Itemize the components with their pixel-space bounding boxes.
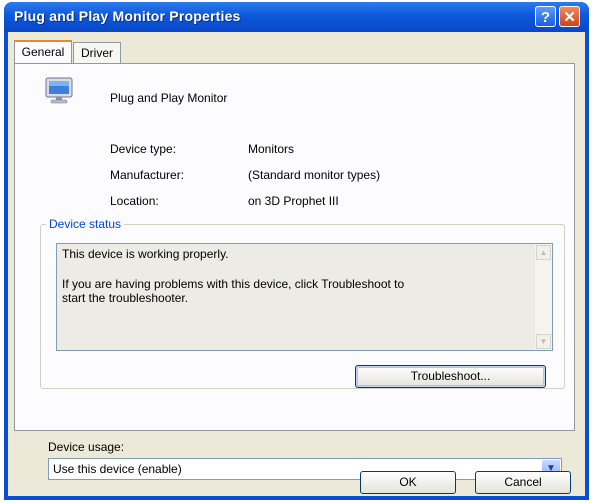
location-value: on 3D Prophet III (248, 194, 339, 208)
manufacturer-value: (Standard monitor types) (248, 168, 381, 182)
tab-general[interactable]: General (14, 40, 72, 63)
manufacturer-label: Manufacturer: (110, 168, 185, 182)
status-line-1: This device is working properly. (62, 247, 229, 261)
cancel-button[interactable]: Cancel (475, 471, 571, 494)
device-usage-value: Use this device (enable) (53, 462, 182, 476)
title-bar[interactable]: Plug and Play Monitor Properties ? ✕ (4, 2, 589, 32)
location-label: Location: (110, 194, 159, 208)
device-type-value: Monitors (248, 142, 295, 156)
device-type-label: Device type: (110, 142, 177, 156)
status-line-3: start the troubleshooter. (62, 291, 189, 305)
window-title: Plug and Play Monitor Properties (14, 8, 241, 24)
scroll-up-icon[interactable]: ▲ (536, 245, 551, 260)
ok-button[interactable]: OK (360, 471, 456, 494)
close-button[interactable]: ✕ (559, 6, 580, 27)
dialog-body: General Driver Plug and Play Monitor Dev… (8, 32, 585, 496)
device-name: Plug and Play Monitor (110, 91, 228, 105)
properties-dialog: Plug and Play Monitor Properties ? ✕ Gen… (4, 2, 589, 500)
monitor-icon (45, 77, 73, 104)
device-status-textbox[interactable]: This device is working properly. If you … (56, 243, 553, 351)
troubleshoot-button[interactable]: Troubleshoot... (355, 365, 546, 388)
tab-driver[interactable]: Driver (73, 42, 121, 63)
device-usage-label: Device usage: (48, 440, 125, 454)
device-status-label: Device status (46, 217, 125, 231)
status-scrollbar[interactable]: ▲ ▼ (535, 244, 552, 350)
help-button[interactable]: ? (535, 6, 556, 27)
scroll-down-icon[interactable]: ▼ (536, 334, 551, 349)
status-line-2: If you are having problems with this dev… (62, 277, 405, 291)
